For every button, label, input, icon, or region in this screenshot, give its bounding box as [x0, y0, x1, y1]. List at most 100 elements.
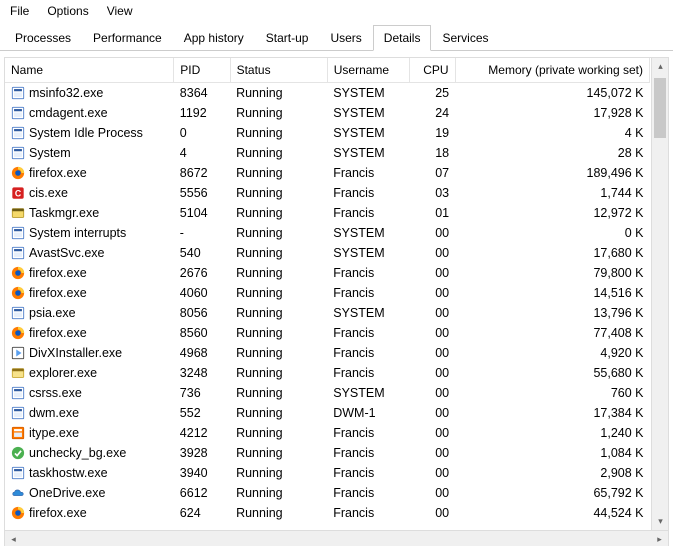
- cell-status: Running: [230, 203, 327, 223]
- table-row[interactable]: psia.exe8056RunningSYSTEM0013,796 K: [5, 303, 650, 323]
- cell-memory: 4,920 K: [455, 343, 649, 363]
- cell-pid: 3248: [174, 363, 230, 383]
- cell-memory: 145,072 K: [455, 83, 649, 103]
- cell-pid: -: [174, 223, 230, 243]
- cell-cpu: 00: [409, 483, 455, 503]
- cell-status: Running: [230, 263, 327, 283]
- cell-user: Francis: [327, 283, 409, 303]
- table-row[interactable]: firefox.exe8672RunningFrancis07189,496 K: [5, 163, 650, 183]
- cell-pid: 8672: [174, 163, 230, 183]
- process-name: firefox.exe: [29, 166, 87, 180]
- scroll-up-icon[interactable]: ▴: [652, 58, 668, 75]
- cell-user: SYSTEM: [327, 123, 409, 143]
- col-header-memory[interactable]: Memory (private working set): [455, 58, 649, 83]
- menu-file[interactable]: File: [10, 4, 29, 18]
- scroll-down-icon[interactable]: ▾: [652, 513, 668, 530]
- table-row[interactable]: firefox.exe8560RunningFrancis0077,408 K: [5, 323, 650, 343]
- col-header-username[interactable]: Username: [327, 58, 409, 83]
- cell-cpu: 00: [409, 443, 455, 463]
- cell-memory: 4 K: [455, 123, 649, 143]
- cell-name: firefox.exe: [5, 163, 174, 183]
- col-header-name[interactable]: Name: [5, 58, 174, 83]
- col-header-cpu[interactable]: CPU: [409, 58, 455, 83]
- table-row[interactable]: System Idle Process0RunningSYSTEM194 K: [5, 123, 650, 143]
- col-header-status[interactable]: Status: [230, 58, 327, 83]
- horizontal-scrollbar[interactable]: ◂ ▸: [4, 531, 669, 546]
- col-header-pid[interactable]: PID: [174, 58, 230, 83]
- cell-name: AvastSvc.exe: [5, 243, 174, 263]
- cell-cpu: 00: [409, 403, 455, 423]
- table-row[interactable]: unchecky_bg.exe3928RunningFrancis001,084…: [5, 443, 650, 463]
- explorer-icon: [11, 366, 29, 380]
- table-row[interactable]: explorer.exe3248RunningFrancis0055,680 K: [5, 363, 650, 383]
- menu-view[interactable]: View: [107, 4, 133, 18]
- cell-name: System Idle Process: [5, 123, 174, 143]
- cell-status: Running: [230, 463, 327, 483]
- cell-memory: 55,680 K: [455, 363, 649, 383]
- cell-name: firefox.exe: [5, 323, 174, 343]
- cell-cpu: 19: [409, 123, 455, 143]
- cell-pid: 5556: [174, 183, 230, 203]
- table-row[interactable]: firefox.exe4060RunningFrancis0014,516 K: [5, 283, 650, 303]
- tab-processes[interactable]: Processes: [4, 25, 82, 51]
- process-name: Taskmgr.exe: [29, 206, 99, 220]
- cell-cpu: 00: [409, 223, 455, 243]
- table-row[interactable]: Taskmgr.exe5104RunningFrancis0112,972 K: [5, 203, 650, 223]
- cell-cpu: 00: [409, 383, 455, 403]
- table-row[interactable]: AvastSvc.exe540RunningSYSTEM0017,680 K: [5, 243, 650, 263]
- tab-details[interactable]: Details: [373, 25, 432, 51]
- scroll-right-icon[interactable]: ▸: [651, 531, 668, 546]
- process-name: csrss.exe: [29, 386, 82, 400]
- cell-status: Running: [230, 243, 327, 263]
- table-row[interactable]: System4RunningSYSTEM1828 K: [5, 143, 650, 163]
- table-row[interactable]: DivXInstaller.exe4968RunningFrancis004,9…: [5, 343, 650, 363]
- tab-services[interactable]: Services: [431, 25, 499, 51]
- table-row[interactable]: Ccis.exe5556RunningFrancis031,744 K: [5, 183, 650, 203]
- tab-bar: ProcessesPerformanceApp historyStart-upU…: [0, 24, 673, 51]
- cell-status: Running: [230, 183, 327, 203]
- cell-pid: 8056: [174, 303, 230, 323]
- cell-memory: 189,496 K: [455, 163, 649, 183]
- table-row[interactable]: OneDrive.exe6612RunningFrancis0065,792 K: [5, 483, 650, 503]
- cell-user: Francis: [327, 263, 409, 283]
- table-row[interactable]: msinfo32.exe8364RunningSYSTEM25145,072 K: [5, 83, 650, 103]
- cell-status: Running: [230, 443, 327, 463]
- cell-cpu: 00: [409, 323, 455, 343]
- process-table: Name PID Status Username CPU Memory (pri…: [5, 58, 650, 523]
- tab-start-up[interactable]: Start-up: [255, 25, 320, 51]
- tab-performance[interactable]: Performance: [82, 25, 173, 51]
- firefox-icon: [11, 506, 29, 520]
- cell-pid: 3928: [174, 443, 230, 463]
- tab-users[interactable]: Users: [319, 25, 372, 51]
- table-row[interactable]: cmdagent.exe1192RunningSYSTEM2417,928 K: [5, 103, 650, 123]
- tab-app-history[interactable]: App history: [173, 25, 255, 51]
- table-row[interactable]: firefox.exe2676RunningFrancis0079,800 K: [5, 263, 650, 283]
- table-row[interactable]: csrss.exe736RunningSYSTEM00760 K: [5, 383, 650, 403]
- scroll-left-icon[interactable]: ◂: [5, 531, 22, 546]
- vertical-scrollbar[interactable]: ▴ ▾: [651, 58, 668, 530]
- cell-pid: 540: [174, 243, 230, 263]
- table-row[interactable]: System interrupts-RunningSYSTEM000 K: [5, 223, 650, 243]
- cell-cpu: 24: [409, 103, 455, 123]
- sysblue-icon: [11, 386, 29, 400]
- cell-name: cmdagent.exe: [5, 103, 174, 123]
- cell-name: System interrupts: [5, 223, 174, 243]
- process-name: cis.exe: [29, 186, 68, 200]
- cell-status: Running: [230, 143, 327, 163]
- table-row[interactable]: dwm.exe552RunningDWM-10017,384 K: [5, 403, 650, 423]
- process-name: AvastSvc.exe: [29, 246, 105, 260]
- scroll-thumb[interactable]: [654, 78, 666, 138]
- cell-cpu: 00: [409, 243, 455, 263]
- sysblue-icon: [11, 466, 29, 480]
- table-row[interactable]: itype.exe4212RunningFrancis001,240 K: [5, 423, 650, 443]
- menu-options[interactable]: Options: [47, 4, 88, 18]
- cell-pid: 5104: [174, 203, 230, 223]
- table-row[interactable]: taskhostw.exe3940RunningFrancis002,908 K: [5, 463, 650, 483]
- cell-user: Francis: [327, 203, 409, 223]
- cell-memory: 17,384 K: [455, 403, 649, 423]
- process-name: System: [29, 146, 71, 160]
- cell-memory: 1,084 K: [455, 443, 649, 463]
- sysblue-icon: [11, 226, 29, 240]
- cell-user: Francis: [327, 343, 409, 363]
- table-row[interactable]: firefox.exe624RunningFrancis0044,524 K: [5, 503, 650, 523]
